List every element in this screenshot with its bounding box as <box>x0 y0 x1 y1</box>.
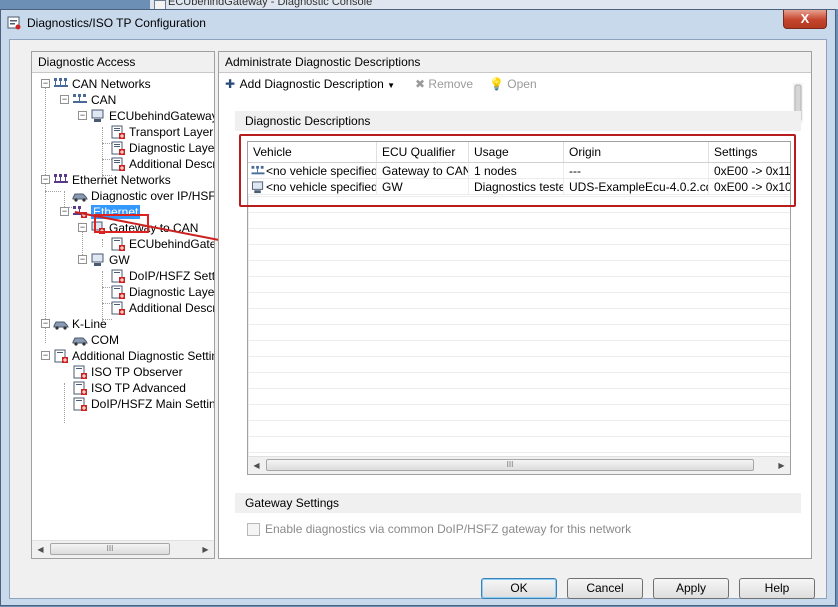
dialog-client: Diagnostic Access − − − − − − − − − CAN … <box>9 39 827 599</box>
tree-item-gw-ecubehindgateway[interactable]: ECUbehindGateway <box>110 235 214 251</box>
scroll-left-arrow[interactable]: ◀ <box>248 457 265 474</box>
grid-horizontal-scrollbar[interactable]: ◀ III ▶ <box>248 456 790 474</box>
config-doc-icon <box>111 141 125 155</box>
gateway-checkbox-row[interactable]: Enable diagnostics via common DoIP/HSFZ … <box>247 521 631 537</box>
config-doc-icon <box>73 381 87 395</box>
config-dialog: Diagnostics/ISO TP Configuration X Diagn… <box>0 9 836 606</box>
ecu-icon <box>91 109 104 122</box>
administrate-panel: Administrate Diagnostic Descriptions ✚ A… <box>218 51 812 559</box>
diagnostic-access-tree[interactable]: − − − − − − − − − CAN Networks CAN ECUbe… <box>32 73 214 543</box>
tree-item-k-line[interactable]: K-Line <box>53 315 107 331</box>
scroll-right-arrow[interactable]: ▶ <box>197 541 214 558</box>
car-icon <box>72 193 88 202</box>
expander-ethernet-networks[interactable]: − <box>41 175 50 184</box>
tree-horizontal-scrollbar[interactable]: ◀ III ▶ <box>32 540 214 558</box>
dropdown-arrow-icon: ▼ <box>387 81 396 90</box>
tree-item-additional-diagnostic-settings[interactable]: Additional Diagnostic Settings <box>53 347 214 363</box>
diagnostic-access-panel: Diagnostic Access − − − − − − − − − CAN … <box>31 51 215 559</box>
tree-item-gw[interactable]: GW <box>90 251 130 267</box>
toolbar: ✚ Add Diagnostic Description ▼ ✖ Remove … <box>225 73 805 95</box>
ok-button[interactable]: OK <box>481 578 557 599</box>
can-networks-icon <box>54 77 68 87</box>
tree-item-can-networks[interactable]: CAN Networks <box>53 75 151 91</box>
tree-item-ethernet-networks[interactable]: Ethernet Networks <box>53 171 171 187</box>
background-window: ECUbehindGateway - Diagnostic Console <box>150 0 838 10</box>
expander-ethernet[interactable]: − <box>60 207 69 216</box>
tree-item-can[interactable]: CAN <box>72 91 116 107</box>
expander-ecu[interactable]: − <box>78 111 87 120</box>
tree-item-gw-additional-descriptions[interactable]: Additional Descriptions <box>110 299 214 315</box>
gateway-settings-header: Gateway Settings <box>235 493 801 513</box>
tree-item-diagnostic-layer[interactable]: Diagnostic Layer <box>110 139 214 155</box>
tree-item-iso-tp-observer[interactable]: ISO TP Observer <box>72 363 183 379</box>
tree-item-ecubehindgateway[interactable]: ECUbehindGateway <box>90 107 214 123</box>
help-button[interactable]: Help <box>739 578 815 599</box>
ethernet-networks-icon <box>54 173 68 183</box>
diagnostic-access-header: Diagnostic Access <box>32 52 214 73</box>
add-icon: ✚ <box>225 77 236 91</box>
empty-grid-area <box>248 196 790 457</box>
tree-item-iso-tp-advanced[interactable]: ISO TP Advanced <box>72 379 186 395</box>
gateway-checkbox[interactable] <box>247 523 260 537</box>
config-doc-icon <box>73 365 87 379</box>
apply-button[interactable]: Apply <box>653 578 729 599</box>
title-bar: Diagnostics/ISO TP Configuration X <box>1 10 835 36</box>
config-doc-icon <box>111 269 125 283</box>
car-icon <box>53 321 69 330</box>
cancel-button[interactable]: Cancel <box>567 578 643 599</box>
expander-can-networks[interactable]: − <box>41 79 50 88</box>
expander-gateway[interactable]: − <box>78 223 87 232</box>
config-doc-icon <box>111 237 125 251</box>
window-title: Diagnostics/ISO TP Configuration <box>27 16 206 30</box>
config-doc-icon <box>111 157 125 171</box>
gateway-checkbox-label: Enable diagnostics via common DoIP/HSFZ … <box>265 522 632 536</box>
close-button[interactable]: X <box>783 10 827 29</box>
config-doc-icon <box>111 301 125 315</box>
scroll-thumb[interactable]: III <box>266 459 754 471</box>
add-description-button[interactable]: ✚ Add Diagnostic Description ▼ <box>225 76 395 92</box>
tree-item-doip-hsfz-settings[interactable]: DoIP/HSFZ Settings <box>110 267 214 283</box>
expander-additional-settings[interactable]: − <box>41 351 50 360</box>
remove-icon: ✖ <box>415 77 426 91</box>
administrate-header: Administrate Diagnostic Descriptions <box>219 52 811 73</box>
diagnostic-descriptions-header: Diagnostic Descriptions <box>235 111 801 131</box>
open-button[interactable]: 💡 Open <box>489 76 537 92</box>
config-doc-icon <box>111 125 125 139</box>
app-icon <box>7 16 21 30</box>
remove-button[interactable]: ✖ Remove <box>415 76 473 92</box>
background-window-title: ECUbehindGateway - Diagnostic Console <box>168 0 373 8</box>
ecu-icon <box>91 253 104 266</box>
scroll-right-arrow[interactable]: ▶ <box>773 457 790 474</box>
tree-item-doip-hsfz[interactable]: Diagnostic over IP/HSFZ <box>72 187 214 203</box>
scroll-thumb[interactable]: III <box>50 543 170 555</box>
tree-item-transport-layer[interactable]: Transport Layer <box>110 123 213 139</box>
expander-can[interactable]: − <box>60 95 69 104</box>
expander-kline[interactable]: − <box>41 319 50 328</box>
tree-item-additional-descriptions[interactable]: Additional Descriptions <box>110 155 214 171</box>
car-icon <box>72 337 88 346</box>
expander-gw[interactable]: − <box>78 255 87 264</box>
tree-item-doip-hsfz-main-settings[interactable]: DoIP/HSFZ Main Settings <box>72 395 214 411</box>
config-doc-icon <box>54 349 68 363</box>
tree-item-com[interactable]: COM <box>72 331 119 347</box>
scroll-left-arrow[interactable]: ◀ <box>32 541 49 558</box>
can-bus-icon <box>73 93 87 103</box>
tree-item-gw-diagnostic-layer[interactable]: Diagnostic Layer <box>110 283 214 299</box>
config-doc-icon <box>111 285 125 299</box>
config-doc-icon <box>73 397 87 411</box>
annotation-rows-highlight <box>239 134 796 207</box>
lightbulb-icon: 💡 <box>489 77 504 91</box>
